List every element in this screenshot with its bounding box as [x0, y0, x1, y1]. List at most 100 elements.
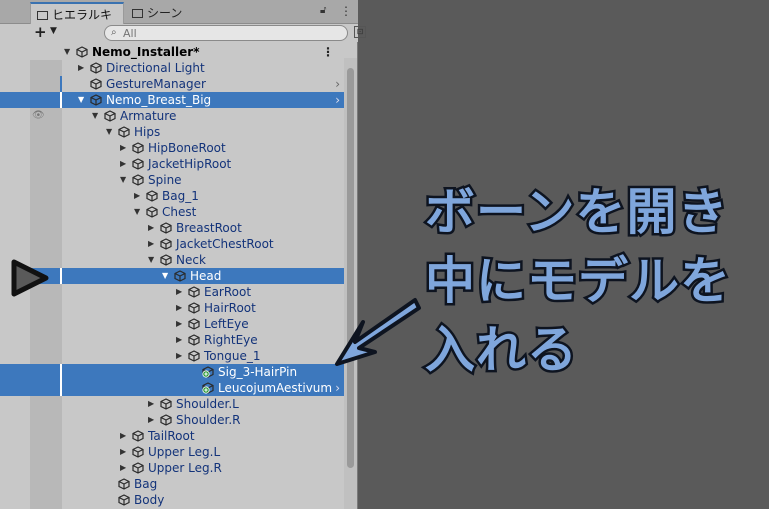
hierarchy-row[interactable]: ▶ HipBoneRoot	[30, 140, 344, 156]
annotation-line-1: ボーンを開き	[423, 181, 731, 244]
scene-row[interactable]: ▼ Nemo_Installer* ⋮	[30, 44, 344, 60]
expand-arrow-icon[interactable]: ▶	[120, 428, 126, 444]
pointer-triangle-icon	[11, 259, 49, 297]
hierarchy-row[interactable]: ▶ LeftEye	[30, 316, 344, 332]
hierarchy-row[interactable]: Body	[30, 492, 344, 508]
hierarchy-row[interactable]: ▶ Shoulder.L	[30, 396, 344, 412]
hierarchy-row[interactable]: ▶ Shoulder.R	[30, 412, 344, 428]
search-field[interactable]: ⌕	[104, 25, 348, 41]
row-gutter-highlight	[0, 380, 30, 396]
tab-hierarchy[interactable]: ヒエラルキー	[30, 2, 124, 44]
hierarchy-row[interactable]: GestureManager ›	[30, 76, 344, 92]
added-prefab-icon	[202, 366, 214, 378]
expand-arrow-icon[interactable]: ▶	[78, 60, 84, 76]
expand-arrow-icon[interactable]: ▶	[120, 156, 126, 172]
row-label: EarRoot	[204, 285, 252, 299]
expand-arrow-icon[interactable]: ▶	[120, 140, 126, 156]
expand-arrow-icon[interactable]: ▼	[64, 44, 70, 60]
tab-scene[interactable]: シーン	[126, 2, 206, 24]
row-label: Body	[134, 493, 165, 507]
row-label: RightEye	[204, 333, 258, 347]
hierarchy-row[interactable]: ▶ Upper Leg.L	[30, 444, 344, 460]
hierarchy-row[interactable]: ▼ Armature	[30, 108, 344, 124]
hierarchy-row[interactable]: ▶ HairRoot	[30, 300, 344, 316]
hierarchy-row[interactable]: ▼ Hips	[30, 124, 344, 140]
row-label: Nemo_Breast_Big	[106, 93, 212, 107]
annotation-line-2: 中にモデルを	[423, 250, 733, 313]
chevron-right-icon[interactable]: ›	[335, 380, 340, 396]
expand-arrow-icon[interactable]: ▶	[176, 300, 182, 316]
hierarchy-row[interactable]: Sig_3-HairPin	[30, 364, 344, 380]
hierarchy-row[interactable]: ▶ TailRoot	[30, 428, 344, 444]
hierarchy-row[interactable]: ▼ Neck	[30, 252, 344, 268]
filter-icon[interactable]: ⊡	[354, 26, 366, 38]
gameobject-cube-icon	[188, 334, 200, 346]
row-label: Armature	[120, 109, 177, 123]
hierarchy-row[interactable]: LeucojumAestivum ›	[30, 380, 344, 396]
row-label: LeftEye	[204, 317, 249, 331]
hierarchy-row[interactable]: ▶ BreastRoot	[30, 220, 344, 236]
lock-icon[interactable]: 🔓︎	[320, 5, 330, 17]
hierarchy-row[interactable]: ▶ EarRoot	[30, 284, 344, 300]
hierarchy-row[interactable]: ▼ Chest	[30, 204, 344, 220]
hierarchy-row[interactable]: Bag	[30, 476, 344, 492]
vertical-scrollbar[interactable]	[344, 58, 357, 509]
gameobject-cube-icon	[132, 430, 144, 442]
hierarchy-row[interactable]: ▼ Head	[30, 268, 344, 284]
hierarchy-row[interactable]: ▼ Spine	[30, 172, 344, 188]
add-button[interactable]: +	[34, 24, 47, 40]
collapse-arrow-icon[interactable]: ▼	[148, 252, 154, 268]
expand-arrow-icon[interactable]: ▶	[148, 236, 154, 252]
collapse-arrow-icon[interactable]: ▼	[120, 172, 126, 188]
row-label: Shoulder.L	[176, 397, 239, 411]
expand-arrow-icon[interactable]: ▶	[120, 460, 126, 476]
scrollbar-thumb[interactable]	[347, 68, 354, 468]
collapse-arrow-icon[interactable]: ▼	[78, 92, 84, 108]
expand-arrow-icon[interactable]: ▶	[120, 444, 126, 460]
row-label: Chest	[162, 205, 197, 219]
tab-menu-icon[interactable]: ⋮	[340, 4, 352, 18]
override-marker	[60, 380, 62, 396]
hierarchy-row[interactable]: ▶ Tongue_1	[30, 348, 344, 364]
expand-arrow-icon[interactable]: ▶	[148, 412, 154, 428]
row-gutter-highlight	[0, 364, 30, 380]
gameobject-cube-icon	[188, 350, 200, 362]
gameobject-cube-icon	[160, 398, 172, 410]
added-prefab-icon	[202, 382, 214, 394]
row-label: Directional Light	[106, 61, 205, 75]
collapse-arrow-icon[interactable]: ▼	[106, 124, 112, 140]
chevron-right-icon[interactable]: ›	[335, 92, 340, 108]
collapse-arrow-icon[interactable]: ▼	[134, 204, 140, 220]
scene-menu-icon[interactable]: ⋮	[322, 44, 334, 60]
expand-arrow-icon[interactable]: ▶	[176, 284, 182, 300]
expand-arrow-icon[interactable]: ▶	[148, 396, 154, 412]
collapse-arrow-icon[interactable]: ▼	[92, 108, 98, 124]
hierarchy-row[interactable]: ▶ JacketChestRoot	[30, 236, 344, 252]
row-label: Sig_3-HairPin	[218, 365, 298, 379]
chevron-right-icon[interactable]: ›	[335, 76, 340, 92]
add-dropdown-icon[interactable]: ▼	[50, 26, 57, 36]
hierarchy-row[interactable]: ▶ JacketHipRoot	[30, 156, 344, 172]
search-input[interactable]	[123, 26, 323, 40]
collapse-arrow-icon[interactable]: ▼	[162, 268, 168, 284]
gameobject-cube-icon	[174, 270, 186, 282]
expand-arrow-icon[interactable]: ▶	[176, 332, 182, 348]
expand-arrow-icon[interactable]: ▶	[148, 220, 154, 236]
expand-arrow-icon[interactable]: ▶	[176, 348, 182, 364]
hierarchy-row[interactable]: ▶ Upper Leg.R	[30, 460, 344, 476]
hierarchy-icon	[37, 11, 48, 20]
annotation-text: ボーンを開き 中にモデルを 入れる	[423, 178, 769, 385]
expand-arrow-icon[interactable]: ▶	[176, 316, 182, 332]
unity-scene-icon	[76, 46, 88, 58]
hierarchy-row[interactable]: ▶ Bag_1	[30, 188, 344, 204]
row-label: Hips	[134, 125, 161, 139]
expand-arrow-icon[interactable]: ▶	[134, 188, 140, 204]
hierarchy-row[interactable]: ▶ RightEye	[30, 332, 344, 348]
hierarchy-row[interactable]: ▼ Nemo_Breast_Big ›	[30, 92, 344, 108]
gameobject-cube-icon	[146, 190, 158, 202]
gameobject-cube-icon	[118, 478, 130, 490]
hierarchy-row[interactable]: ▶ Directional Light	[30, 60, 344, 76]
gameobject-cube-icon	[104, 110, 116, 122]
gameobject-cube-icon	[118, 126, 130, 138]
row-label: Shoulder.R	[176, 413, 241, 427]
